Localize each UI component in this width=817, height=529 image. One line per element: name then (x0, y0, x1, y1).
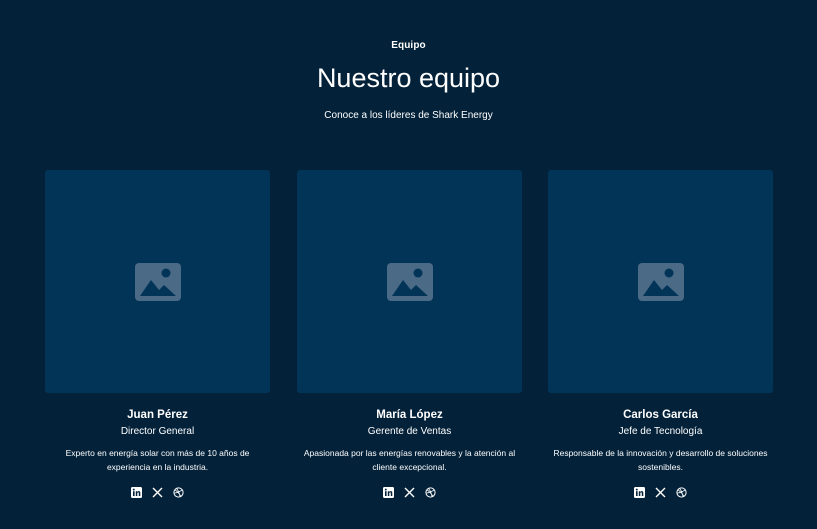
team-card: Carlos García Jefe de Tecnología Respons… (548, 170, 773, 498)
team-member-role: Director General (120, 426, 195, 437)
x-icon[interactable] (655, 487, 666, 498)
social-links (297, 487, 522, 498)
social-links (548, 487, 773, 498)
team-member-name: Carlos García (623, 409, 698, 421)
team-section: Equipo Nuestro equipo Conoce a los líder… (0, 0, 817, 529)
team-card: María López Gerente de Ventas Apasionada… (297, 170, 522, 498)
linkedin-icon[interactable] (634, 487, 645, 498)
x-icon[interactable] (152, 487, 163, 498)
team-member-photo (297, 170, 522, 393)
team-member-name: María López (376, 409, 443, 421)
team-member-role: Jefe de Tecnología (618, 426, 703, 437)
image-placeholder-icon (386, 262, 433, 301)
dribbble-icon[interactable] (676, 487, 687, 498)
team-member-bio: Experto en energía solar con más de 10 a… (65, 448, 250, 472)
social-links (45, 487, 270, 498)
section-title: Nuestro equipo (316, 63, 501, 93)
team-member-bio: Responsable de la innovación y desarroll… (553, 448, 768, 472)
linkedin-icon[interactable] (131, 487, 142, 498)
team-member-photo (45, 170, 270, 393)
linkedin-icon[interactable] (383, 487, 394, 498)
team-member-photo (548, 170, 773, 393)
image-placeholder-icon (134, 262, 181, 301)
team-member-bio: Apasionada por las energías renovables y… (303, 448, 516, 472)
dribbble-icon[interactable] (173, 487, 184, 498)
section-subtitle: Conoce a los líderes de Shark Energy (324, 110, 493, 121)
team-member-role: Gerente de Ventas (367, 426, 452, 437)
team-card: Juan Pérez Director General Experto en e… (45, 170, 270, 498)
image-placeholder-icon (637, 262, 684, 301)
team-member-name: Juan Pérez (127, 409, 188, 421)
section-eyebrow: Equipo (391, 40, 426, 51)
dribbble-icon[interactable] (425, 487, 436, 498)
x-icon[interactable] (404, 487, 415, 498)
